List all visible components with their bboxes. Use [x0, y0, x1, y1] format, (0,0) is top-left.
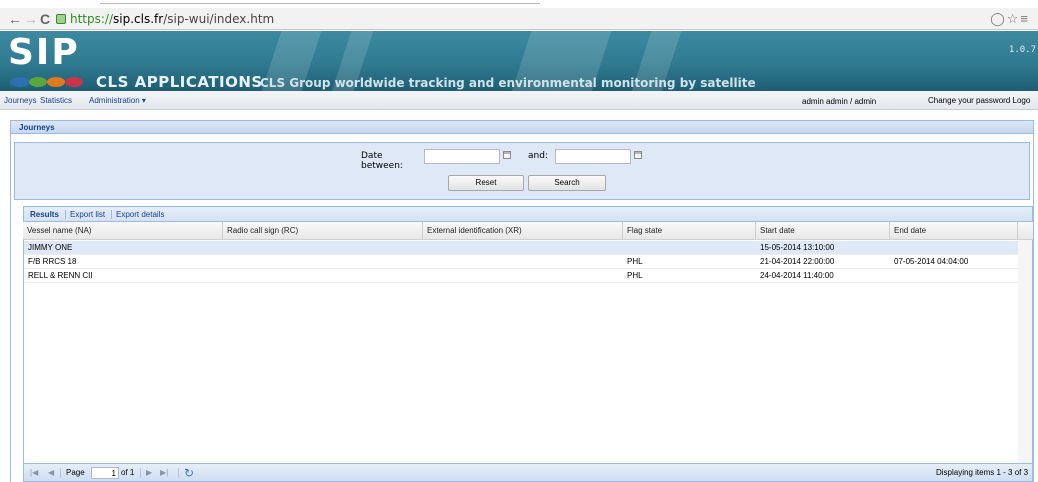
prev-page-icon[interactable]: ◀: [48, 467, 54, 479]
main-menubar: Journeys Statistics Administration ▾ adm…: [0, 91, 1038, 110]
menu-statistics[interactable]: Statistics: [40, 96, 72, 105]
next-page-icon[interactable]: ▶: [146, 467, 152, 479]
reload-icon[interactable]: C: [40, 11, 50, 27]
change-password-label[interactable]: Change your password: [928, 96, 1010, 105]
column-header-end-date[interactable]: End date: [890, 222, 1018, 240]
cell-vessel-name: JIMMY ONE: [28, 243, 73, 252]
search-filter-form: [14, 142, 1030, 200]
cell-end-date: [890, 269, 894, 283]
url-path: /sip-wui/index.htm: [163, 12, 275, 26]
menu-icon[interactable]: ≡: [1020, 11, 1030, 26]
last-page-icon[interactable]: ▶|: [160, 467, 168, 479]
cell-external-id: [423, 241, 427, 255]
browser-tab-strip: [0, 0, 1038, 8]
column-header-start-date[interactable]: Start date: [756, 222, 890, 240]
column-header-external-id[interactable]: External identification (XR): [423, 222, 623, 240]
page-of-label: of 1: [121, 468, 135, 477]
cell-flag-state: [623, 241, 627, 255]
app-version: 1.0.7: [1008, 45, 1036, 55]
paging-toolbar: |◀ ◀ Page of 1 ▶ ▶| ↻ Displaying items 1…: [23, 463, 1033, 482]
date-label-line1: Date: [361, 151, 383, 161]
cell-radio-call-sign: [223, 241, 227, 255]
current-user: admin admin / admin: [802, 97, 877, 106]
app-banner: SIP CLS APPLICATIONS CLS Group worldwide…: [0, 31, 1038, 91]
panel-title: Journeys: [19, 123, 55, 132]
cell-start-date: 15-05-2014 13:10:00: [760, 243, 835, 252]
page-label: Page: [66, 468, 85, 477]
tab-export-details[interactable]: Export details: [116, 210, 164, 219]
apps-title: CLS APPLICATIONS: [96, 73, 263, 91]
logout-link[interactable]: Logo: [1013, 96, 1031, 105]
cell-flag-state: PHL: [627, 257, 643, 266]
search-button[interactable]: Search: [528, 175, 606, 191]
cell-start-date: 24-04-2014 11:40:00: [760, 271, 834, 280]
column-header-vessel-name[interactable]: Vessel name (NA): [23, 222, 223, 240]
cell-end-date: 07-05-2014 04:04:00: [894, 257, 969, 266]
url-host: sip.cls.fr: [113, 12, 164, 26]
column-header-radio-call-sign[interactable]: Radio call sign (RC): [223, 222, 423, 240]
first-page-icon[interactable]: |◀: [30, 467, 38, 479]
date-label-line2: between:: [361, 161, 403, 171]
cell-end-date: [890, 241, 894, 255]
table-row[interactable]: F/B RRCS 18 PHL 21-04-2014 22:00:00 07-0…: [24, 255, 1018, 269]
table-row[interactable]: JIMMY ONE 15-05-2014 13:10:00: [24, 241, 1018, 255]
grid-header: Vessel name (NA) Radio call sign (RC) Ex…: [23, 222, 1033, 240]
change-password-link[interactable]: Change your password Logo: [928, 96, 1030, 105]
table-row[interactable]: RELL & RENN CII PHL 24-04-2014 11:40:00: [24, 269, 1018, 283]
cell-start-date: 21-04-2014 22:00:00: [760, 257, 835, 266]
banner-tagline: CLS Group worldwide tracking and environ…: [260, 76, 756, 90]
paging-display: Displaying items 1 - 3 of 3: [936, 468, 1029, 477]
reset-button[interactable]: Reset: [448, 175, 524, 191]
cell-vessel-name: F/B RRCS 18: [28, 257, 77, 266]
cls-logo-icon: [10, 77, 83, 87]
journeys-panel-header: Journeys: [10, 120, 1034, 134]
cell-external-id: [423, 255, 427, 269]
shield-icon[interactable]: ◯: [990, 11, 1007, 26]
lock-icon: [56, 14, 66, 24]
column-header-flag-state[interactable]: Flag state: [623, 222, 756, 240]
date-between-label: Date between:: [361, 151, 411, 171]
tab-results[interactable]: Results: [30, 210, 59, 219]
date-from-calendar-icon[interactable]: [501, 149, 514, 164]
forward-arrow-icon[interactable]: →: [24, 11, 38, 27]
cell-flag-state: PHL: [627, 271, 643, 280]
browser-menu-icons[interactable]: ◯☆≡: [990, 11, 1030, 27]
cell-external-id: [423, 269, 427, 283]
back-arrow-icon[interactable]: ←: [8, 11, 22, 27]
app-logo: SIP: [8, 32, 80, 73]
tab-export-list[interactable]: Export list: [70, 210, 105, 219]
and-label: and:: [528, 151, 548, 161]
date-to-input[interactable]: [555, 149, 631, 164]
address-bar[interactable]: https://sip.cls.fr/sip-wui/index.htm: [56, 10, 976, 28]
grid-scrollbar[interactable]: [1018, 240, 1032, 463]
url-scheme: https://: [70, 12, 114, 26]
date-to-calendar-icon[interactable]: [632, 149, 645, 164]
menu-administration[interactable]: Administration ▾: [89, 96, 146, 105]
page-number-input[interactable]: [91, 467, 119, 479]
cell-vessel-name: RELL & RENN CII: [28, 271, 93, 280]
cell-radio-call-sign: [223, 269, 227, 283]
star-icon[interactable]: ☆: [1007, 11, 1021, 26]
results-toolbar: Results Export list Export details: [23, 206, 1033, 222]
browser-toolbar: ← → C https://sip.cls.fr/sip-wui/index.h…: [0, 8, 1038, 30]
menu-journeys[interactable]: Journeys: [4, 96, 36, 105]
cell-radio-call-sign: [223, 255, 227, 269]
date-from-input[interactable]: [424, 149, 500, 164]
refresh-icon[interactable]: ↻: [184, 466, 194, 480]
